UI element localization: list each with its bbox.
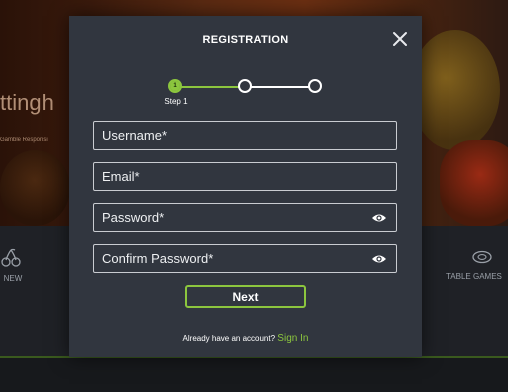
step-connector-1 — [173, 86, 243, 88]
nav-item-table-games-label: TABLE GAMES — [446, 272, 502, 281]
hero-subtitle: Gamble Responsi — [0, 137, 48, 143]
cherries-icon — [1, 248, 21, 267]
email-field — [93, 162, 397, 191]
step-3-dot — [308, 79, 322, 93]
nav-item-new-label: NEW — [3, 274, 23, 283]
modal-title: REGISTRATION — [202, 34, 289, 46]
nav-item-new[interactable]: NEW — [0, 248, 26, 283]
confirm-password-input[interactable] — [94, 245, 371, 272]
signin-row: Already have an account? Sign In — [69, 333, 422, 344]
password-field — [93, 203, 397, 232]
close-icon[interactable] — [391, 30, 409, 48]
step-indicator: 1 Step 1 — [161, 78, 331, 108]
show-password-eye-icon[interactable] — [371, 213, 387, 223]
registration-modal: REGISTRATION 1 Step 1 Next — [69, 16, 422, 357]
step-1-number: 1 — [170, 81, 180, 91]
hero-art-coin — [410, 30, 500, 150]
hero-art-character — [440, 140, 508, 226]
signin-prompt: Already have an account? — [182, 334, 276, 343]
step-1-label: Step 1 — [164, 97, 188, 106]
email-input[interactable] — [94, 163, 396, 190]
username-input[interactable] — [94, 122, 396, 149]
signin-link[interactable]: Sign In — [277, 333, 308, 344]
nav-item-table-games[interactable]: TABLE GAMES — [446, 250, 508, 281]
show-confirm-password-eye-icon[interactable] — [371, 254, 387, 264]
hero-title: ttingh — [0, 90, 54, 115]
step-connector-2 — [243, 86, 313, 88]
step-2-dot — [238, 79, 252, 93]
confirm-password-field — [93, 244, 397, 273]
step-1-dot: 1 — [168, 79, 182, 93]
next-button[interactable]: Next — [185, 285, 306, 308]
hero-art-left — [0, 150, 70, 226]
username-field — [93, 121, 397, 150]
table-games-icon — [472, 250, 492, 264]
footer-area — [0, 358, 508, 392]
password-input[interactable] — [94, 204, 371, 231]
